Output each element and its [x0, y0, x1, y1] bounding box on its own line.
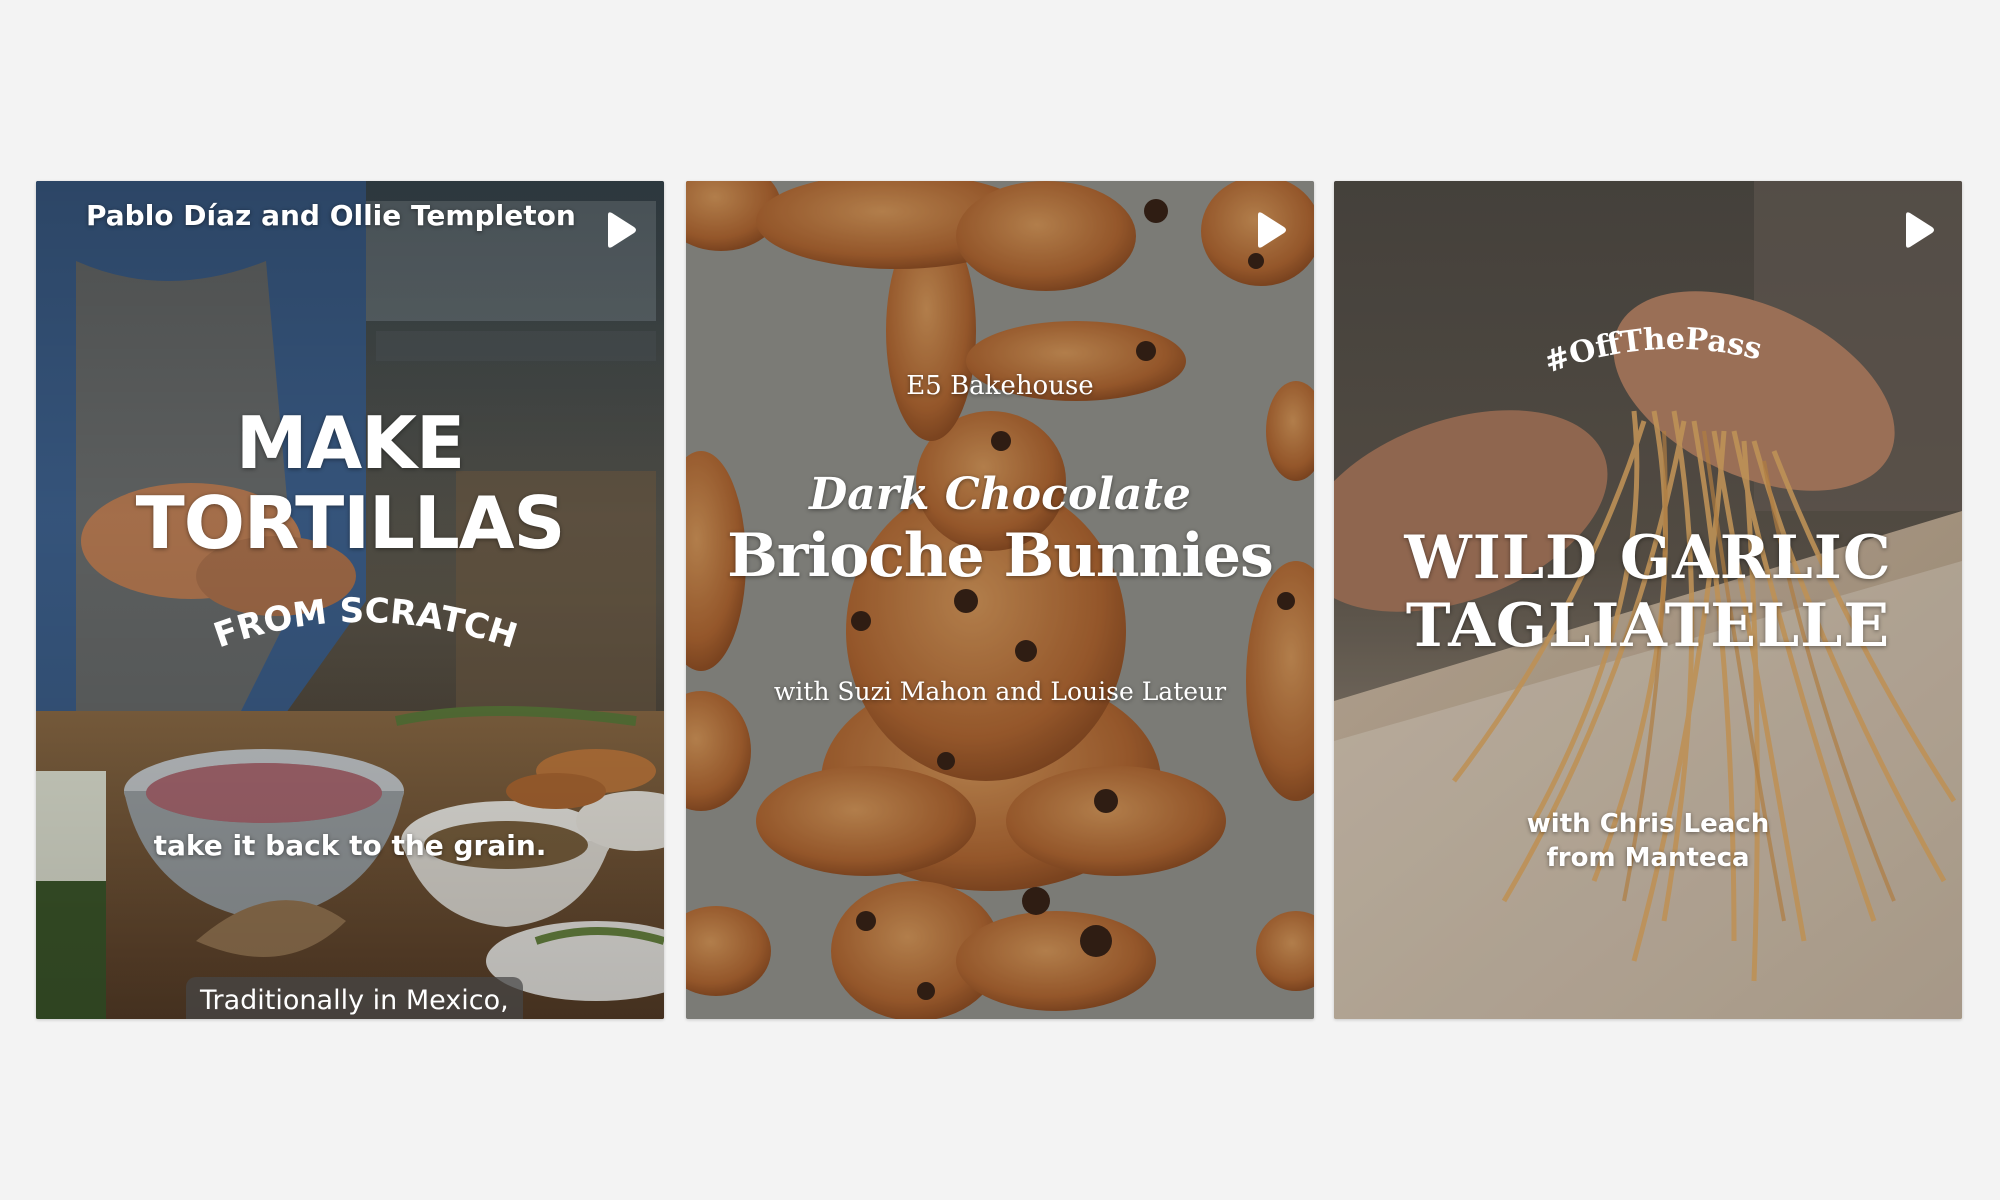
title-line-2: TAGLIATELLE [1405, 591, 1891, 661]
with-chef: with Chris Leach [1526, 809, 1770, 839]
svg-text:FROM SCRATCH: FROM SCRATCH [209, 591, 522, 657]
from-restaurant: from Manteca [1546, 843, 1750, 873]
subtitle-arc: FROM SCRATCH [36, 581, 664, 661]
tagline: take it back to the grain. [153, 829, 547, 862]
title-line-1: MAKE [235, 401, 465, 485]
play-icon[interactable] [1898, 211, 1936, 249]
video-card-grid: Pablo Díaz and Ollie Templeton MAKE TORT… [0, 0, 2000, 1200]
video-card-brioche-bunnies[interactable]: E5 Bakehouse Dark Chocolate Brioche Bunn… [686, 181, 1314, 1019]
title-line-1: WILD GARLIC [1404, 523, 1892, 593]
title-line-2: Brioche Bunnies [727, 521, 1274, 591]
svg-text:#OffThePass: #OffThePass [1540, 322, 1765, 381]
hashtag-arc: #OffThePass [1334, 311, 1962, 381]
creator-name: Pablo Díaz and Ollie Templeton [86, 199, 576, 232]
hashtag-text: #OffThePass [1540, 322, 1765, 381]
caption-box: Traditionally in Mexico, [186, 977, 523, 1019]
video-card-wild-garlic-tagliatelle[interactable]: #OffThePass WILD GARLIC TAGLIATELLE with… [1334, 181, 1962, 1019]
caption-text: Traditionally in Mexico, [200, 985, 509, 1016]
subtitle-text: FROM SCRATCH [209, 591, 522, 657]
title-line-2: TORTILLAS [135, 481, 566, 565]
with-hosts: with Suzi Mahon and Louise Lateur [773, 677, 1227, 706]
bakery-name: E5 Bakehouse [906, 371, 1094, 401]
play-icon[interactable] [600, 211, 638, 249]
brioche-bunnies-photo [686, 181, 1314, 1019]
video-card-tortillas[interactable]: Pablo Díaz and Ollie Templeton MAKE TORT… [36, 181, 664, 1019]
title-line-1: Dark Chocolate [809, 469, 1191, 520]
play-icon[interactable] [1250, 211, 1288, 249]
